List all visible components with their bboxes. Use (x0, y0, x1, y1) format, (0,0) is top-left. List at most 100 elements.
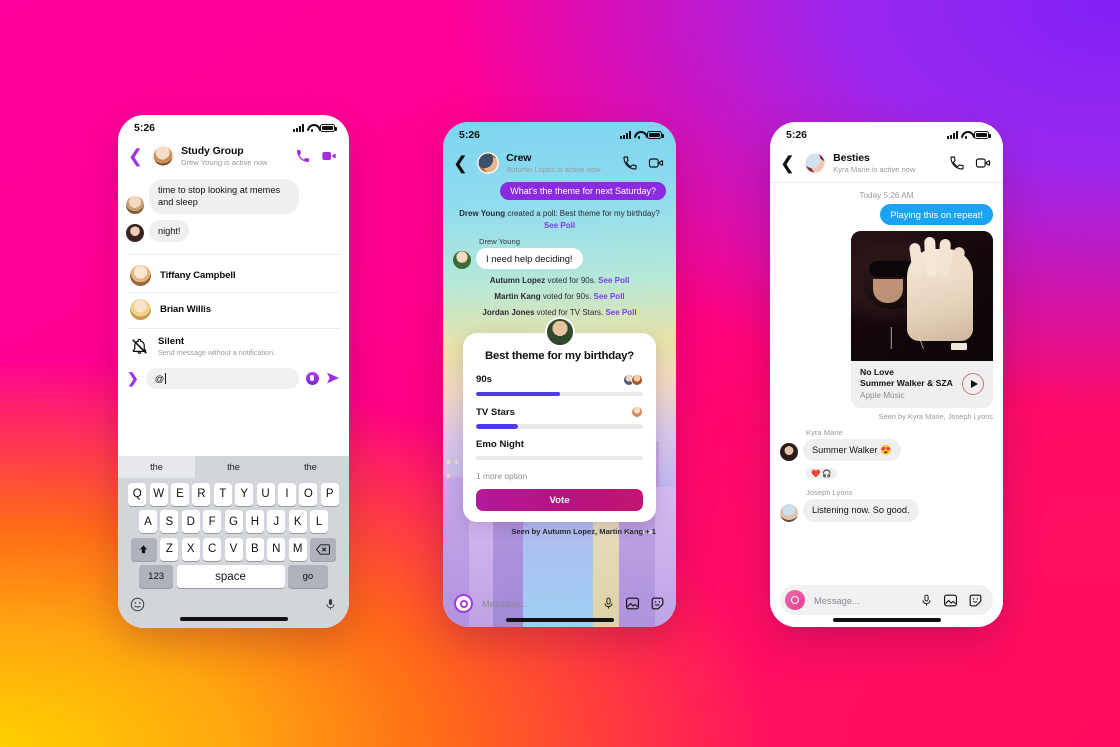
send-arrow-icon[interactable] (325, 370, 341, 386)
sticker-icon[interactable] (650, 596, 665, 611)
music-share-card[interactable]: No Love Summer Walker & SZA Apple Music (851, 231, 993, 409)
microphone-icon[interactable] (324, 597, 337, 612)
key-p[interactable]: P (320, 482, 339, 506)
silent-send-option[interactable]: Silent Send message without a notificati… (128, 327, 341, 363)
message-input[interactable]: @ (145, 367, 299, 389)
emoji-smiley-icon[interactable] (130, 597, 145, 612)
poll-author-avatar (544, 317, 575, 348)
message-bubble[interactable]: Listening now. So good. (803, 499, 919, 522)
camera-icon[interactable] (785, 590, 805, 611)
go-key[interactable]: go (287, 565, 328, 589)
key-f[interactable]: F (203, 510, 222, 534)
message-row: time to stop looking at memes and sleep (126, 179, 339, 214)
key-b[interactable]: B (245, 537, 264, 561)
key-s[interactable]: S (160, 510, 179, 534)
message-sender: Drew Young (479, 237, 520, 247)
event-actor: Martin Kang (494, 292, 541, 302)
key-y[interactable]: Y (235, 482, 254, 506)
message-bubble[interactable]: night! (149, 219, 190, 242)
key-k[interactable]: K (288, 510, 307, 534)
avatar[interactable] (152, 145, 175, 168)
key-a[interactable]: A (138, 510, 157, 534)
more-options-label[interactable]: 1 more option (476, 471, 643, 481)
key-r[interactable]: R (192, 482, 211, 506)
key-z[interactable]: Z (160, 537, 179, 561)
message-input[interactable]: Message... (482, 598, 593, 609)
phone-call-icon[interactable] (622, 155, 638, 171)
camera-icon[interactable] (454, 594, 473, 614)
list-item[interactable]: Brian Willis (128, 291, 341, 326)
back-chevron-icon[interactable]: ❮ (778, 154, 797, 172)
video-camera-icon[interactable] (975, 155, 991, 171)
message-input[interactable]: Message... (814, 595, 911, 606)
message-bubble[interactable]: I need help deciding! (476, 248, 583, 270)
vote-button[interactable]: Vote (476, 489, 643, 512)
key-e[interactable]: E (171, 482, 190, 506)
sticker-icon[interactable] (968, 593, 983, 608)
key-q[interactable]: Q (128, 482, 147, 506)
key-d[interactable]: D (181, 510, 200, 534)
key-x[interactable]: X (181, 537, 200, 561)
phone-call-icon[interactable] (949, 155, 965, 171)
keyboard-row-1: Q W E R T Y U I O P (118, 482, 349, 506)
poll-created-event: Drew Young created a poll: Best theme fo… (457, 208, 662, 231)
key-m[interactable]: M (288, 537, 307, 561)
message-bubble[interactable]: Summer Walker 😍 (803, 439, 901, 462)
see-poll-link[interactable]: See Poll (598, 276, 629, 285)
see-poll-link[interactable]: See Poll (544, 221, 575, 230)
message-composer: Message... (443, 588, 676, 615)
back-chevron-icon[interactable]: ❮ (451, 154, 470, 172)
shift-arrow-icon[interactable] (130, 537, 157, 561)
key-u[interactable]: U (256, 482, 275, 506)
key-c[interactable]: C (203, 537, 222, 561)
microphone-icon[interactable] (920, 593, 933, 608)
microphone-icon[interactable] (602, 596, 615, 611)
message-bubble[interactable]: Playing this on repeat! (880, 204, 993, 226)
see-poll-link[interactable]: See Poll (605, 308, 636, 317)
poll-option[interactable]: 90s (476, 373, 643, 397)
key-l[interactable]: L (310, 510, 329, 534)
list-item[interactable]: Tiffany Campbell (128, 259, 341, 292)
voice-record-icon[interactable] (306, 371, 319, 385)
key-i[interactable]: I (277, 482, 296, 506)
photo-gallery-icon[interactable] (943, 593, 958, 608)
prediction-word[interactable]: the (272, 462, 349, 472)
prediction-word[interactable]: the (195, 462, 272, 472)
poll-option[interactable]: Emo Night (476, 439, 643, 461)
chat-header: ❮ Study Group Drew Young is active now (118, 141, 349, 175)
key-g[interactable]: G (224, 510, 243, 534)
video-camera-icon[interactable] (648, 155, 664, 171)
poll-option[interactable]: TV Stars (476, 406, 643, 429)
video-camera-icon[interactable] (321, 148, 337, 164)
play-icon[interactable] (962, 373, 984, 396)
day-timestamp: Today 5:26 AM (859, 191, 914, 201)
reaction-pill[interactable]: ❤️ 🎧 (806, 468, 837, 480)
key-n[interactable]: N (267, 537, 286, 561)
avatar-group[interactable] (804, 152, 827, 175)
key-j[interactable]: J (267, 510, 286, 534)
wallpaper-background: 5:26 ❮ Study Group Drew Young is active … (0, 0, 1120, 747)
key-v[interactable]: V (224, 537, 243, 561)
prediction-word[interactable]: the (118, 456, 195, 479)
backspace-icon[interactable] (310, 537, 337, 561)
message-bubble[interactable]: What's the theme for next Saturday? (500, 182, 666, 201)
seen-by-label: Seen by Autumn Lopez, Martin Kang + 1 (511, 527, 656, 537)
key-w[interactable]: W (149, 482, 168, 506)
key-h[interactable]: H (245, 510, 264, 534)
back-chevron-icon[interactable]: ❮ (126, 147, 145, 165)
message-sender: Joseph Lyons (806, 488, 853, 498)
poll-option-voters (623, 373, 643, 386)
key-t[interactable]: T (213, 482, 232, 506)
avatar-group[interactable] (477, 152, 500, 175)
event-actor: Autumn Lopez (489, 276, 546, 286)
phone-mockup-crew: 5:26 ❮ Crew Autumn Lopez is active now W… (443, 122, 676, 627)
numbers-key[interactable]: 123 (139, 565, 174, 589)
avatar (780, 503, 798, 522)
space-key[interactable]: space (176, 565, 285, 589)
key-o[interactable]: O (299, 482, 318, 506)
expand-chevron-right-icon[interactable]: ❯ (127, 370, 139, 387)
see-poll-link[interactable]: See Poll (594, 292, 625, 301)
photo-gallery-icon[interactable] (625, 596, 640, 611)
phone-call-icon[interactable] (295, 148, 311, 164)
message-bubble[interactable]: time to stop looking at memes and sleep (149, 179, 299, 214)
